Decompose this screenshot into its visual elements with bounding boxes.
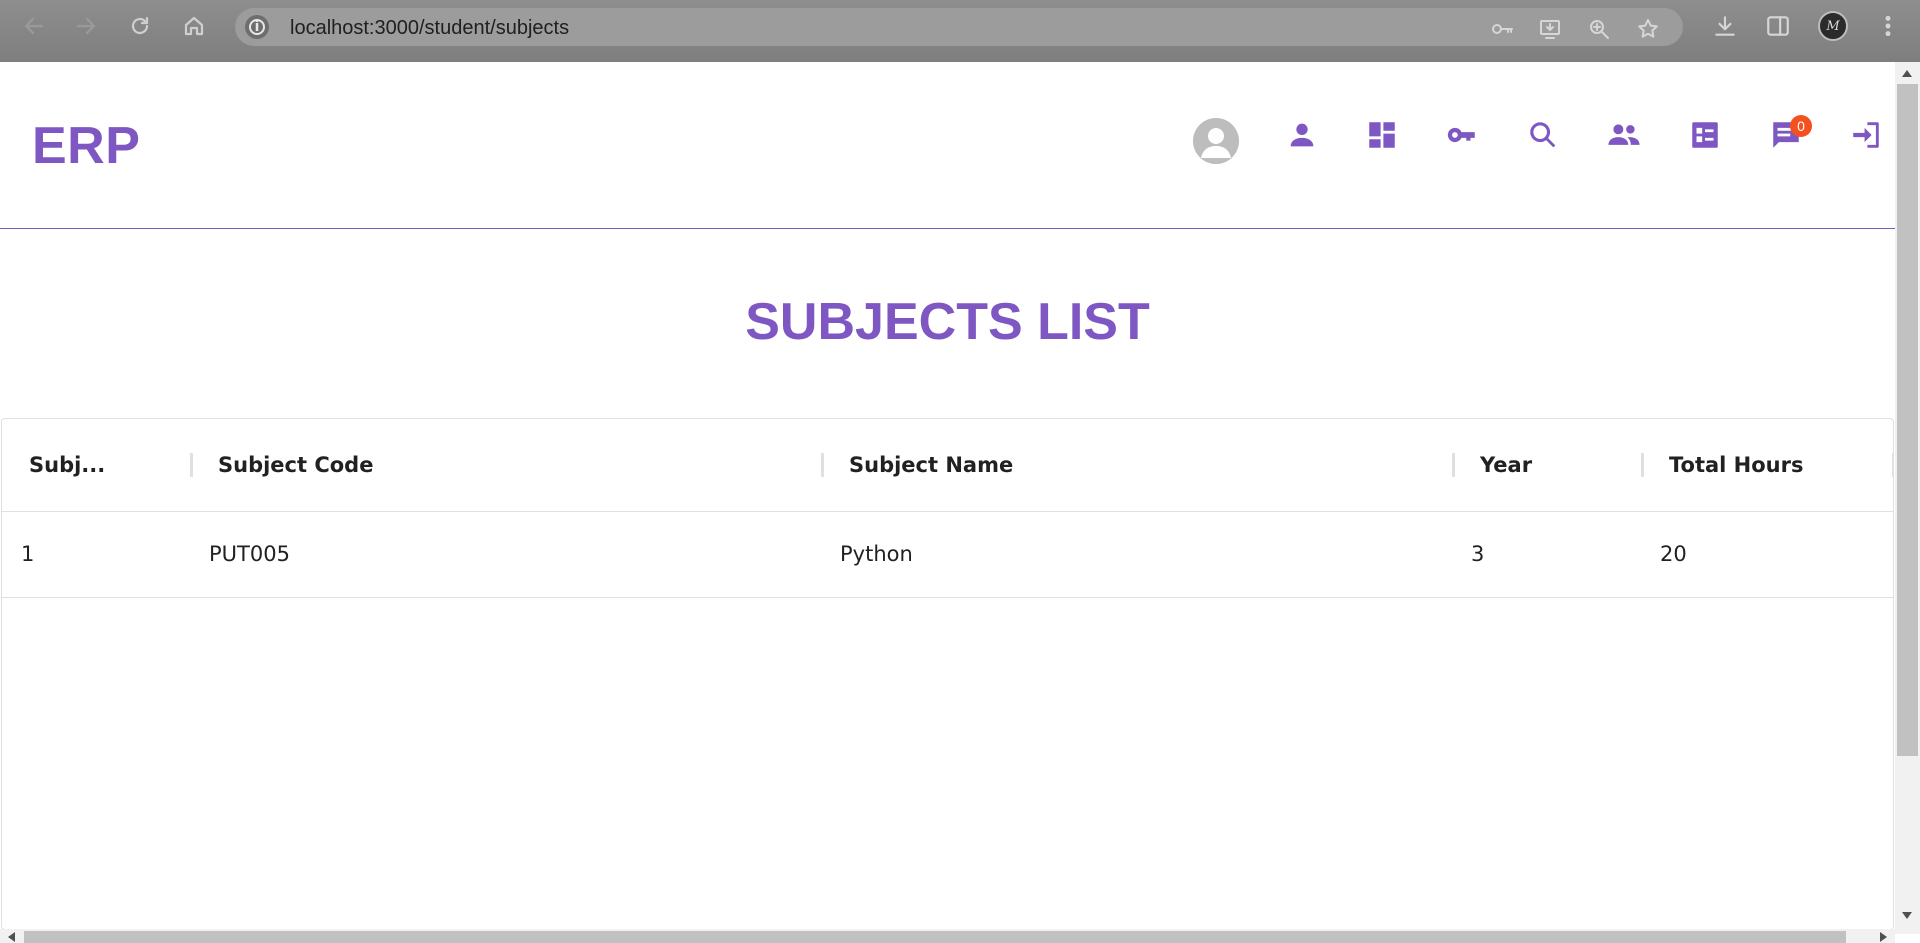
- list-alt-icon[interactable]: [1688, 118, 1722, 152]
- logout-icon[interactable]: [1849, 118, 1883, 152]
- cell-subject-name: Python: [840, 542, 913, 566]
- scroll-up-arrow-icon[interactable]: [1902, 70, 1912, 77]
- reload-icon: [131, 16, 149, 35]
- forward-button[interactable]: [70, 10, 102, 42]
- column-separator[interactable]: [1641, 453, 1644, 477]
- install-app-icon[interactable]: [1538, 17, 1562, 41]
- vertical-scroll-thumb[interactable]: [1897, 84, 1918, 756]
- column-header-total-hours[interactable]: Total Hours: [1669, 419, 1804, 511]
- downloads-icon[interactable]: [1712, 13, 1738, 39]
- bookmark-star-icon[interactable]: [1636, 17, 1660, 41]
- scroll-down-arrow-icon[interactable]: [1902, 912, 1912, 919]
- cell-total-hours: 20: [1660, 542, 1687, 566]
- arrow-right-icon: [76, 17, 96, 35]
- site-info-icon[interactable]: i: [245, 15, 269, 39]
- horizontal-scroll-thumb[interactable]: [24, 931, 1846, 943]
- address-bar[interactable]: i localhost:3000/student/subjects: [235, 8, 1683, 46]
- column-separator[interactable]: [821, 453, 824, 477]
- dashboard-icon[interactable]: [1365, 118, 1399, 152]
- table-row[interactable]: 1 PUT005 Python 3 20: [2, 511, 1893, 598]
- cell-subject-id: 1: [21, 542, 35, 566]
- user-avatar[interactable]: [1193, 118, 1239, 164]
- scroll-right-arrow-icon[interactable]: [1880, 932, 1887, 942]
- profile-icon[interactable]: [1285, 118, 1319, 152]
- subjects-table: Subj... Subject Code Subject Name Year T…: [1, 418, 1894, 930]
- column-header-year[interactable]: Year: [1480, 419, 1532, 511]
- zoom-icon[interactable]: [1587, 17, 1611, 41]
- home-button[interactable]: [178, 10, 210, 42]
- profile-avatar[interactable]: M: [1818, 11, 1848, 41]
- app-header: ERP 0: [0, 62, 1895, 229]
- home-icon: [184, 16, 204, 36]
- reload-button[interactable]: [124, 10, 156, 42]
- back-button[interactable]: [18, 10, 50, 42]
- column-header-subject-code[interactable]: Subject Code: [218, 419, 373, 511]
- column-separator[interactable]: [1892, 453, 1893, 477]
- cell-year: 3: [1471, 542, 1485, 566]
- column-separator[interactable]: [190, 453, 193, 477]
- table-header: Subj... Subject Code Subject Name Year T…: [2, 419, 1893, 512]
- profile-initials: M: [1826, 18, 1840, 34]
- people-icon[interactable]: [1607, 118, 1641, 152]
- avatar-icon: [1193, 118, 1239, 164]
- key-icon[interactable]: [1445, 118, 1479, 152]
- browser-toolbar: i localhost:3000/student/subjects M: [0, 0, 1920, 62]
- column-header-subject-name[interactable]: Subject Name: [849, 419, 1013, 511]
- app-logo[interactable]: ERP: [32, 116, 140, 176]
- cell-subject-code: PUT005: [209, 542, 290, 566]
- notification-badge: 0: [1790, 115, 1812, 137]
- search-icon[interactable]: [1526, 118, 1560, 152]
- column-separator[interactable]: [1452, 453, 1455, 477]
- scroll-left-arrow-icon[interactable]: [8, 932, 15, 942]
- password-key-icon[interactable]: [1490, 17, 1514, 41]
- url-text[interactable]: localhost:3000/student/subjects: [290, 17, 569, 40]
- arrow-left-icon: [24, 17, 44, 35]
- side-panel-icon[interactable]: [1765, 13, 1791, 39]
- column-header-subject-id[interactable]: Subj...: [29, 419, 105, 511]
- browser-menu-icon[interactable]: [1875, 13, 1901, 39]
- page-title: SUBJECTS LIST: [745, 293, 1150, 351]
